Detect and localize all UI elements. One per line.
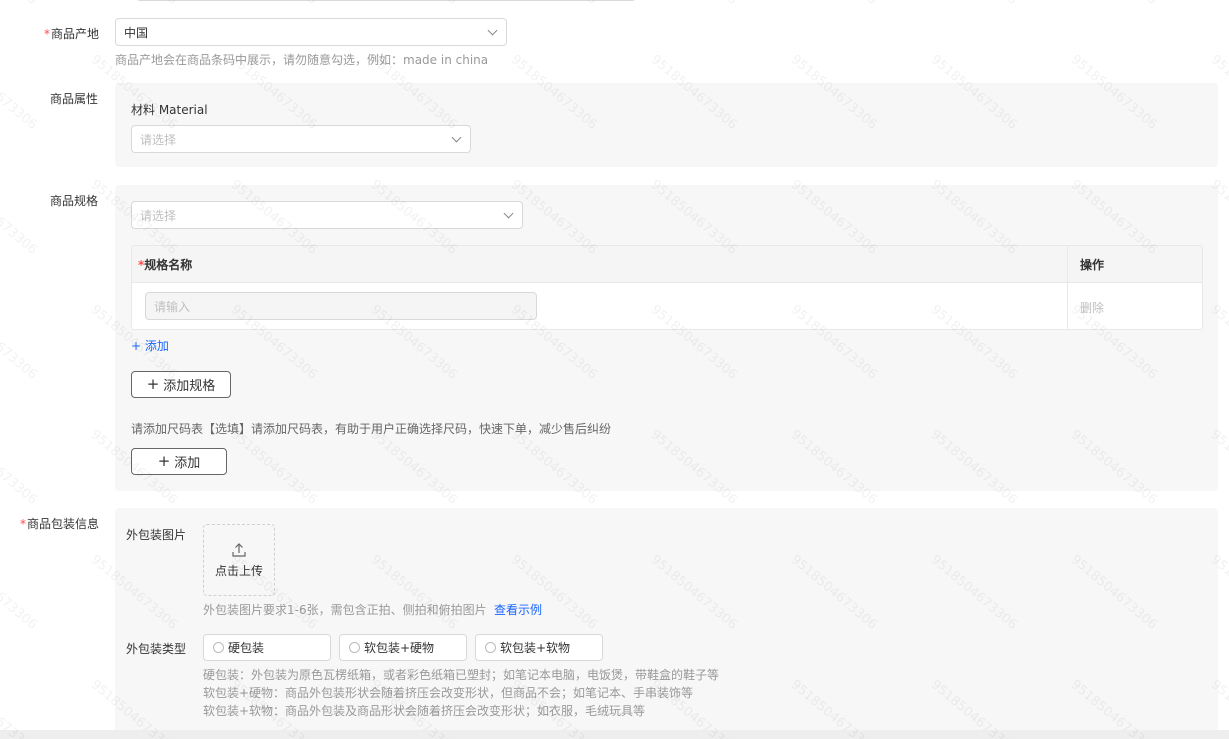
size-chart-hint: 请添加尺码表【选填】请添加尺码表，有助于用户正确选择尺码，快速下单，减少售后纠纷	[131, 422, 612, 436]
spec-table: *规格名称 操作 请输入 删除	[131, 245, 1203, 330]
add-size-chart-button[interactable]: + 添加	[131, 448, 227, 475]
spec-name-input-placeholder: 请输入	[154, 299, 191, 314]
add-spec-value-link[interactable]: + 添加	[131, 337, 169, 354]
column-divider	[1067, 246, 1068, 329]
package-type-desc-soft-soft: 软包装+软物：商品外包装及商品形状会随着挤压会改变形状；如衣服，毛绒玩具等	[203, 704, 646, 718]
delete-row-link[interactable]: 删除	[1080, 299, 1104, 316]
plus-icon: +	[157, 452, 171, 470]
watermark-text: 9518504673306	[228, 0, 320, 8]
attributes-label: 商品属性	[50, 92, 99, 106]
watermark-text: 9518504673306	[788, 0, 880, 8]
package-type-label: 外包装类型	[126, 642, 187, 656]
watermark-text: 9518504673306	[0, 552, 40, 633]
package-type-option-soft-soft[interactable]: 软包装+软物	[475, 634, 603, 661]
origin-select[interactable]: 中国	[115, 18, 507, 46]
radio-icon	[485, 642, 496, 653]
material-select-placeholder: 请选择	[140, 132, 177, 147]
chevron-down-icon	[503, 208, 514, 218]
watermark-text: 9518504673306	[1208, 0, 1229, 8]
horizontal-scrollbar[interactable]	[0, 730, 1229, 739]
previous-field-input[interactable]	[136, 0, 636, 1]
chevron-down-icon	[451, 132, 462, 142]
watermark-text: 9518504673306	[0, 52, 40, 133]
upload-text: 点击上传	[214, 563, 263, 578]
watermark-text: 9518504673306	[88, 0, 180, 8]
radio-icon	[213, 642, 224, 653]
watermark-text: 9518504673306	[0, 302, 40, 383]
spec-panel	[115, 185, 1218, 491]
package-type-desc-hard: 硬包装：外包装为原色瓦楞纸箱，或者彩色纸箱已塑封；如笔记本电脑，电饭煲，带鞋盒的…	[203, 668, 720, 682]
upload-icon	[232, 542, 246, 557]
package-type-option-hard[interactable]: 硬包装	[203, 634, 331, 661]
spec-select-placeholder: 请选择	[140, 208, 177, 223]
watermark-text: 9518504673306	[368, 0, 460, 8]
package-type-option-soft-hard[interactable]: 软包装+硬物	[339, 634, 467, 661]
view-example-link[interactable]: 查看示例	[494, 601, 542, 618]
origin-select-value: 中国	[124, 25, 149, 40]
spec-label: 商品规格	[50, 194, 99, 208]
watermark-text: 9518504673306	[0, 177, 40, 258]
package-image-upload[interactable]: 点击上传	[203, 524, 275, 596]
spec-name-input[interactable]: 请输入	[145, 292, 537, 320]
add-spec-button-label: 添加规格	[163, 379, 216, 394]
add-spec-button[interactable]: + 添加规格	[131, 371, 231, 398]
package-image-label: 外包装图片	[126, 528, 187, 542]
package-image-hint: 外包装图片要求1-6张，需包含正拍、侧拍和俯拍图片	[203, 603, 487, 617]
watermark-text: 9518504673306	[648, 0, 740, 8]
add-size-chart-button-label: 添加	[174, 456, 201, 471]
material-label: 材料 Material	[131, 103, 208, 117]
plus-icon: +	[146, 375, 160, 393]
spec-select[interactable]: 请选择	[131, 201, 523, 229]
watermark-text: 9518504673306	[0, 427, 40, 508]
watermark-text: 9518504673306	[0, 0, 40, 8]
origin-hint: 商品产地会在商品条码中展示，请勿随意勾选，例如：made in china	[115, 53, 489, 67]
watermark-text: 9518504673306	[1068, 0, 1160, 8]
watermark-text: 9518504673306	[508, 0, 600, 8]
origin-label: *商品产地	[44, 27, 100, 41]
radio-icon	[349, 642, 360, 653]
spec-table-header: *规格名称 操作	[132, 246, 1202, 283]
spec-name-header: *规格名称	[138, 257, 193, 272]
spec-action-header: 操作	[1080, 257, 1105, 272]
material-select[interactable]: 请选择	[131, 125, 471, 153]
chevron-down-icon	[487, 25, 498, 35]
packaging-label: *商品包装信息	[20, 517, 100, 531]
package-type-desc-soft-hard: 软包装+硬物：商品外包装形状会随着挤压会改变形状，但商品不会；如笔记本、手串装饰…	[203, 686, 694, 700]
watermark-text: 9518504673306	[928, 0, 1020, 8]
